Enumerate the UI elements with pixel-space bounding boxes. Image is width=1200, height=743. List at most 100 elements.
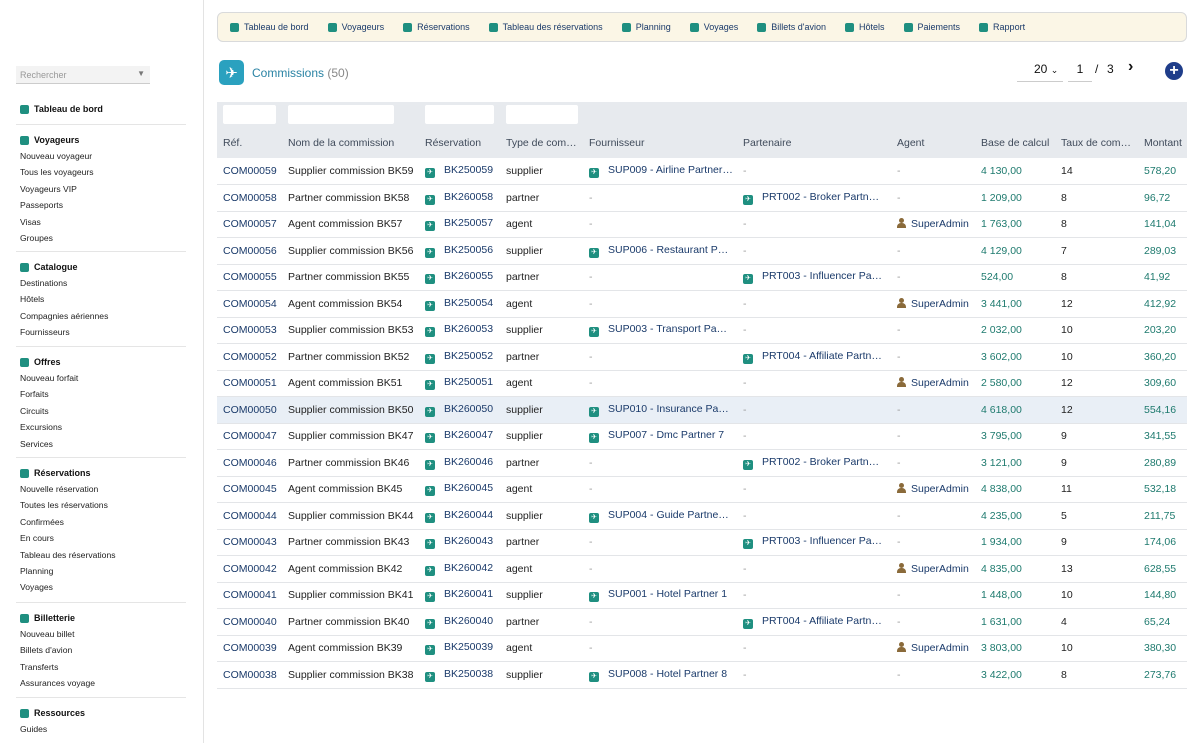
reservation-link[interactable]: BK250059 (444, 164, 493, 176)
column-header[interactable]: Agent (891, 128, 975, 158)
sidebar-item[interactable]: Circuits (0, 403, 186, 419)
reservation-link[interactable]: BK250052 (444, 350, 493, 362)
column-header[interactable]: Base de calcul (975, 128, 1055, 158)
reservation-link[interactable]: BK250056 (444, 244, 493, 256)
table-row[interactable]: COM00045 Agent commission BK45 ✈ BK260045 ag… (217, 476, 1187, 503)
reservation-link[interactable]: BK250038 (444, 668, 493, 680)
ref-link[interactable]: COM00041 (223, 589, 277, 601)
sidebar-section-header[interactable]: Offres (0, 354, 186, 370)
sidebar-item[interactable]: Visas (0, 214, 186, 230)
ref-link[interactable]: COM00053 (223, 324, 277, 336)
table-row[interactable]: COM00053 Supplier commission BK53 ✈ BK26005… (217, 317, 1187, 344)
ref-link[interactable]: COM00052 (223, 351, 277, 363)
table-row[interactable]: COM00047 Supplier commission BK47 ✈ BK26004… (217, 423, 1187, 450)
sidebar-item[interactable]: Groupes (0, 230, 186, 246)
table-row[interactable]: COM00055 Partner commission BK55 ✈ BK260055… (217, 264, 1187, 291)
sidebar-item[interactable]: Nouvelle réservation (0, 481, 186, 497)
sidebar-item[interactable]: Nouveau forfait (0, 370, 186, 386)
sidebar-item[interactable]: Toutes les réservations (0, 497, 186, 513)
ref-link[interactable]: COM00039 (223, 642, 277, 654)
sidebar-item[interactable]: Assurances voyage (0, 675, 186, 691)
table-row[interactable]: COM00040 Partner commission BK40 ✈ BK260040… (217, 608, 1187, 636)
sidebar-item[interactable]: Destinations (0, 275, 186, 291)
reservation-link[interactable]: BK260046 (444, 456, 493, 468)
partner-link[interactable]: PRT002 - Broker Partn… (762, 456, 879, 468)
ref-link[interactable]: COM00038 (223, 669, 277, 681)
reservation-link[interactable]: BK260058 (444, 191, 493, 203)
partner-link[interactable]: PRT004 - Affiliate Partn… (762, 350, 882, 362)
nav-item[interactable]: Hôtels (845, 22, 885, 32)
sidebar-item[interactable]: Voyageurs VIP (0, 181, 186, 197)
table-row[interactable]: COM00046 Partner commission BK46 ✈ BK260046… (217, 449, 1187, 477)
per-page-select[interactable]: 20 ⌄ (1017, 62, 1063, 82)
reservation-link[interactable]: BK250054 (444, 297, 493, 309)
supplier-link[interactable]: SUP009 - Airline Partner… (608, 164, 733, 176)
reservation-link[interactable]: BK260043 (444, 535, 493, 547)
table-row[interactable]: COM00044 Supplier commission BK44 ✈ BK26004… (217, 502, 1187, 530)
reservation-link[interactable]: BK260047 (444, 429, 493, 441)
sidebar-item[interactable]: Fournisseurs (0, 324, 186, 340)
partner-link[interactable]: PRT004 - Affiliate Partn… (762, 615, 882, 627)
sidebar-section-header[interactable]: Ressources (0, 705, 186, 721)
ref-link[interactable]: COM00054 (223, 298, 277, 310)
reservation-link[interactable]: BK260040 (444, 615, 493, 627)
search-input[interactable]: Rechercher ▼ (16, 66, 150, 84)
column-header[interactable]: Nom de la commission (282, 128, 419, 158)
agent-link[interactable]: SuperAdmin (911, 377, 969, 389)
partner-link[interactable]: PRT002 - Broker Partn… (762, 191, 879, 203)
sidebar-item[interactable]: Planning (0, 563, 186, 579)
supplier-link[interactable]: SUP007 - Dmc Partner 7 (608, 429, 724, 441)
sidebar-section-header[interactable]: Réservations (0, 465, 186, 481)
partner-link[interactable]: PRT003 - Influencer Pa… (762, 270, 882, 282)
column-header[interactable]: Type de com… (500, 128, 583, 158)
sidebar-item[interactable]: Transferts (0, 659, 186, 675)
table-row[interactable]: COM00057 Agent commission BK57 ✈ BK250057 ag… (217, 211, 1187, 238)
sidebar-item[interactable]: Billets d'avion (0, 642, 186, 658)
filter-type-input[interactable] (506, 105, 578, 124)
sidebar-item[interactable]: En cours (0, 530, 186, 546)
ref-link[interactable]: COM00046 (223, 457, 277, 469)
ref-link[interactable]: COM00051 (223, 377, 277, 389)
ref-link[interactable]: COM00050 (223, 404, 277, 416)
nav-item[interactable]: Réservations (403, 22, 470, 32)
table-row[interactable]: COM00052 Partner commission BK52 ✈ BK250052… (217, 343, 1187, 371)
filter-ref-input[interactable] (223, 105, 276, 124)
ref-link[interactable]: COM00047 (223, 430, 277, 442)
agent-link[interactable]: SuperAdmin (911, 298, 969, 310)
agent-link[interactable]: SuperAdmin (911, 218, 969, 230)
reservation-link[interactable]: BK260050 (444, 403, 493, 415)
nav-item[interactable]: Planning (621, 22, 671, 32)
ref-link[interactable]: COM00044 (223, 510, 277, 522)
table-row[interactable]: COM00043 Partner commission BK43 ✈ BK260043… (217, 529, 1187, 556)
sidebar-item[interactable]: Nouveau voyageur (0, 148, 186, 164)
nav-item[interactable]: Voyageurs (327, 22, 384, 32)
table-row[interactable]: COM00058 Partner commission BK58 ✈ BK260058… (217, 184, 1187, 212)
ref-link[interactable]: COM00055 (223, 271, 277, 283)
column-header[interactable]: Réservation (419, 128, 500, 158)
ref-link[interactable]: COM00043 (223, 536, 277, 548)
column-header[interactable]: Montant (1138, 128, 1187, 158)
column-header[interactable]: Fournisseur (583, 128, 737, 158)
sidebar-section-header[interactable]: Voyageurs (0, 132, 186, 148)
table-row[interactable]: COM00054 Agent commission BK54 ✈ BK250054 ag… (217, 290, 1187, 318)
table-row[interactable]: COM00050 Supplier commission BK50 ✈ BK26005… (217, 396, 1187, 424)
supplier-link[interactable]: SUP003 - Transport Pa… (608, 323, 727, 335)
ref-link[interactable]: COM00056 (223, 245, 277, 257)
table-row[interactable]: COM00051 Agent commission BK51 ✈ BK250051 ag… (217, 370, 1187, 397)
reservation-link[interactable]: BK250051 (444, 376, 493, 388)
table-row[interactable]: COM00039 Agent commission BK39 ✈ BK250039 ag… (217, 635, 1187, 662)
sidebar-item[interactable]: Passeports (0, 197, 186, 213)
sidebar-dashboard[interactable]: Tableau de bord (0, 101, 186, 117)
table-row[interactable]: COM00041 Supplier commission BK41 ✈ BK26004… (217, 582, 1187, 609)
table-row[interactable]: COM00042 Agent commission BK42 ✈ BK260042 ag… (217, 555, 1187, 583)
table-row[interactable]: COM00056 Supplier commission BK56 ✈ BK25005… (217, 237, 1187, 265)
reservation-link[interactable]: BK260053 (444, 323, 493, 335)
sidebar-item[interactable]: Compagnies aériennes (0, 308, 186, 324)
table-row[interactable]: COM00038 Supplier commission BK38 ✈ BK25003… (217, 661, 1187, 689)
reservation-link[interactable]: BK250057 (444, 217, 493, 229)
supplier-link[interactable]: SUP008 - Hotel Partner 8 (608, 668, 727, 680)
filter-name-input[interactable] (288, 105, 394, 124)
sidebar-item[interactable]: Tous les voyageurs (0, 164, 186, 180)
sidebar-item[interactable]: Voyages (0, 579, 186, 595)
sidebar-item[interactable]: Guides (0, 721, 186, 737)
